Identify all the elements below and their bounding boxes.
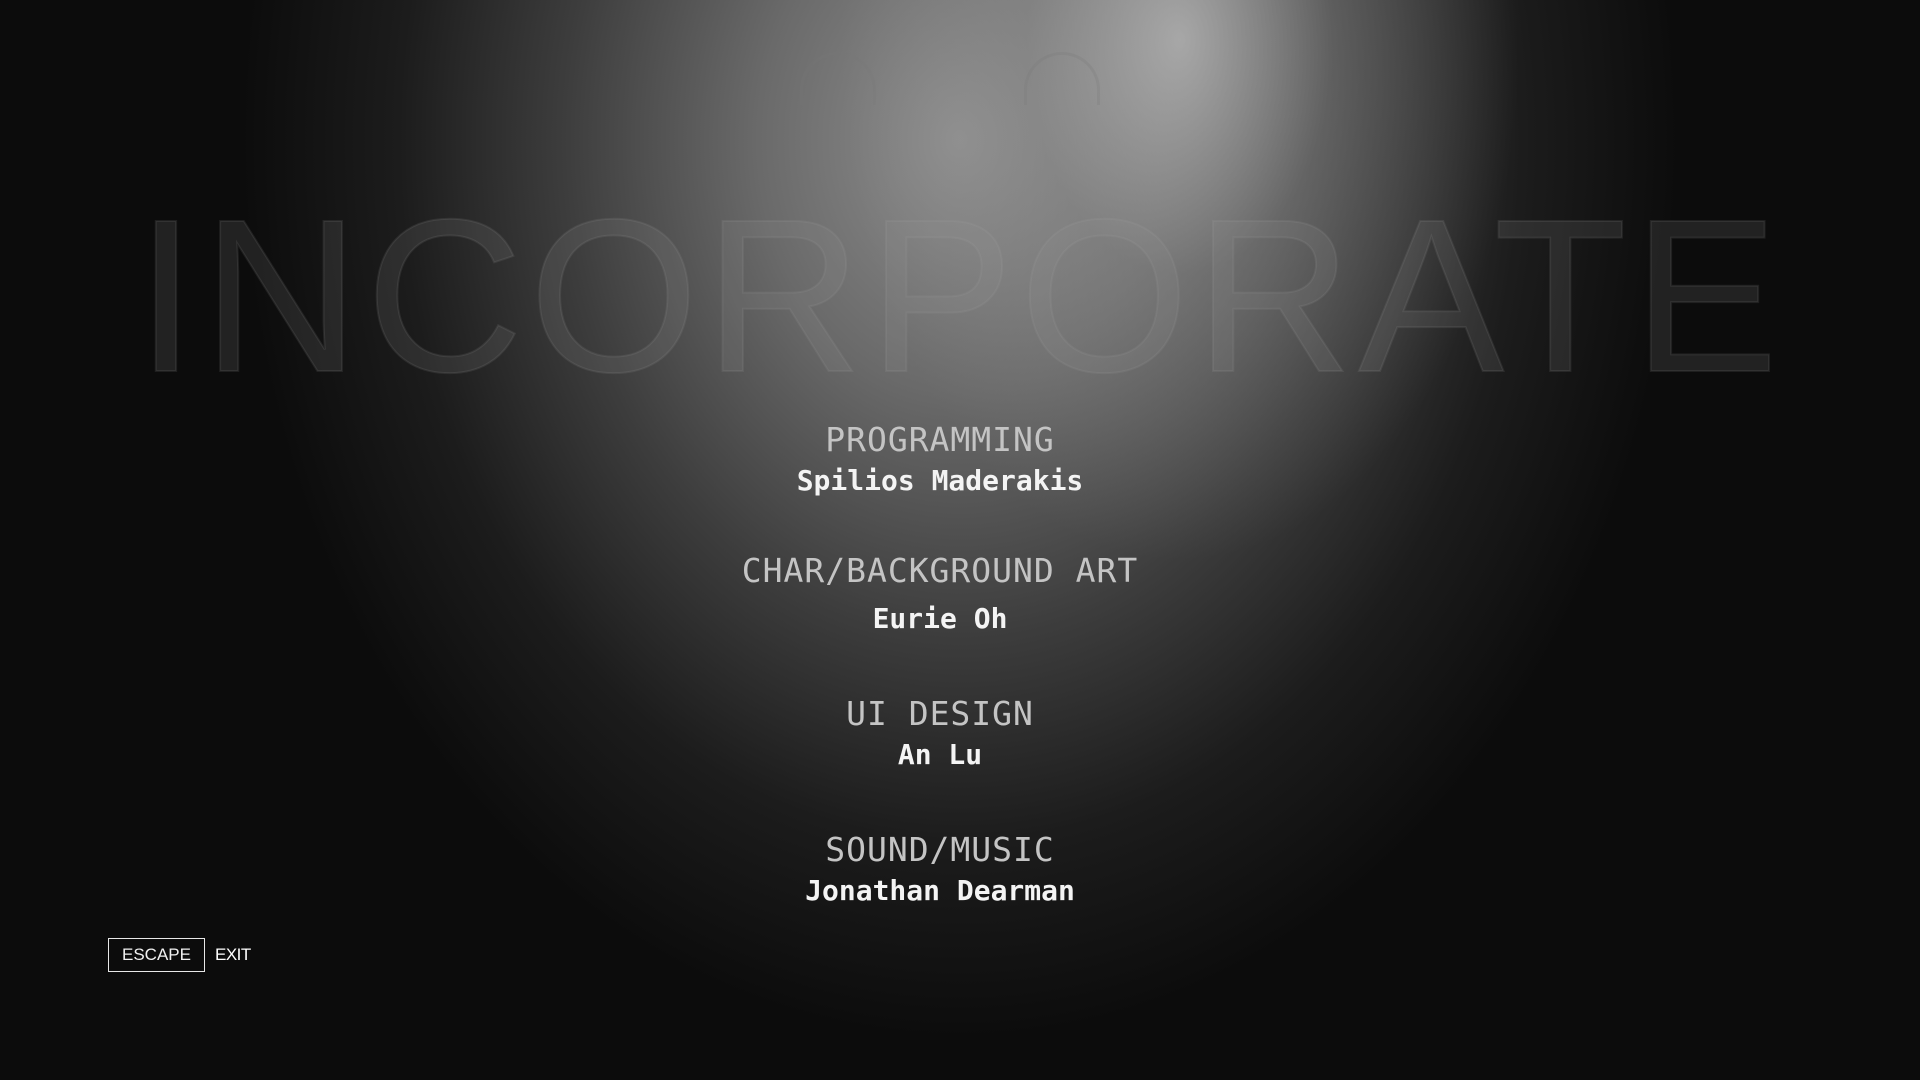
credit-role: UI DESIGN [846, 694, 1034, 733]
credit-role: SOUND/MUSIC [825, 830, 1055, 869]
credit-art: CHAR/BACKGROUND ART Eurie Oh [0, 551, 1880, 637]
exit-hint[interactable]: ESCAPE EXIT [108, 938, 251, 972]
exit-label: EXIT [214, 945, 251, 964]
credit-programming: PROGRAMMING Spilios Maderakis [0, 420, 1880, 499]
credit-ui-design: UI DESIGN An Lu [0, 694, 1880, 773]
credit-sound-music: SOUND/MUSIC Jonathan Dearman [0, 830, 1880, 909]
escape-key-badge[interactable]: ESCAPE [108, 938, 205, 972]
credit-role: PROGRAMMING [825, 420, 1055, 459]
credits-list: PROGRAMMING Spilios Maderakis CHAR/BACKG… [0, 0, 1920, 1080]
credit-name: Spilios Maderakis [796, 464, 1084, 497]
credit-name: Eurie Oh [872, 602, 1008, 635]
credits-screen: INCORPORATE PROGRAMMING Spilios Maderaki… [0, 0, 1920, 1080]
credit-name: Jonathan Dearman [805, 874, 1075, 907]
credit-role: CHAR/BACKGROUND ART [741, 551, 1139, 590]
credit-name: An Lu [897, 738, 983, 771]
